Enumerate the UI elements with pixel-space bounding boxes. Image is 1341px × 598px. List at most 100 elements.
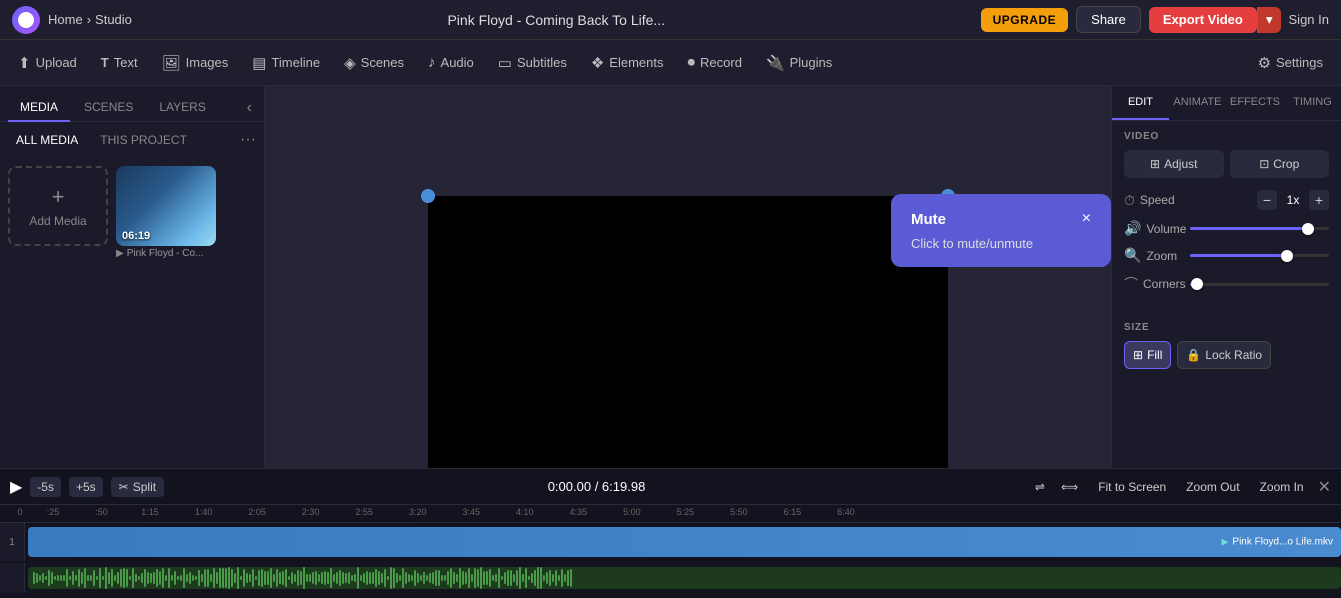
waveform-bar (183, 568, 185, 588)
waveform-bar (234, 573, 236, 583)
ruler-mark: :50 (77, 505, 126, 522)
waveform-bar (423, 572, 425, 583)
waveform-bar (318, 574, 320, 582)
list-item[interactable]: 06:19 ▶ Pink Floyd - Co... (116, 166, 216, 259)
waveform-bar (285, 569, 287, 586)
panel-tab-effects[interactable]: EFFECTS (1226, 86, 1284, 120)
toolbar-label-record: Record (700, 55, 742, 70)
waveform-area (28, 567, 1341, 589)
add-media-button[interactable]: + Add Media (8, 166, 108, 246)
playhead-align-button[interactable]: ⟺ (1055, 477, 1084, 497)
waveform-bar (504, 572, 506, 583)
toolbar-label-upload: Upload (36, 55, 77, 70)
signin-button[interactable]: Sign In (1289, 12, 1329, 27)
waveform-bar (453, 572, 455, 584)
export-dropdown-button[interactable]: ▾ (1257, 7, 1281, 33)
upgrade-button[interactable]: UPGRADE (981, 8, 1069, 32)
toolbar-item-audio[interactable]: ♪ Audio (418, 49, 484, 76)
toolbar-item-record[interactable]: ⏺ Record (678, 49, 752, 76)
track-clip[interactable]: ▶ Pink Floyd...o Life.mkv (28, 527, 1341, 557)
split-label: Split (133, 480, 156, 494)
timeline-close-button[interactable]: ✕ (1318, 477, 1331, 497)
toolbar-item-timeline[interactable]: ▤ Timeline (242, 49, 330, 77)
zoom-fill (1190, 254, 1287, 257)
fill-button[interactable]: ⊞ Fill (1124, 341, 1171, 369)
waveform-bar (171, 575, 173, 582)
volume-thumb[interactable] (1302, 223, 1314, 235)
panel-tab-edit[interactable]: EDIT (1112, 86, 1169, 120)
playhead-snap-button[interactable]: ⇌ (1029, 477, 1051, 497)
toolbar-item-images[interactable]: 🖼 Images (152, 49, 239, 77)
toolbar-item-elements[interactable]: ❖ Elements (581, 49, 674, 77)
zoom-label: 🔍 Zoom (1124, 247, 1182, 264)
toolbar-item-text[interactable]: T Text (91, 50, 148, 75)
corners-slider[interactable] (1190, 283, 1329, 286)
lock-ratio-button[interactable]: 🔒 Lock Ratio (1177, 341, 1271, 369)
adjust-button[interactable]: ⊞ Adjust (1124, 150, 1224, 178)
skip-forward-button[interactable]: +5s (69, 477, 103, 497)
timeline-icon: ▤ (252, 54, 266, 72)
sidebar-collapse-button[interactable]: ‹ (243, 95, 256, 121)
panel-tab-animate[interactable]: ANIMATE (1169, 86, 1226, 120)
volume-icon: 🔊 (1124, 220, 1141, 237)
mute-close-button[interactable]: × (1082, 210, 1091, 228)
waveform-bar (282, 571, 284, 584)
filter-this-project[interactable]: THIS PROJECT (92, 130, 195, 150)
waveform-bar (72, 571, 74, 584)
waveform-bar (39, 575, 41, 581)
speed-increase-button[interactable]: + (1309, 190, 1329, 210)
canvas-wrapper: ⊕ (428, 196, 948, 489)
waveform-bar (357, 567, 359, 589)
zoom-slider[interactable] (1190, 254, 1329, 257)
corners-thumb[interactable] (1191, 278, 1203, 290)
split-button[interactable]: ✂ Split (111, 477, 164, 497)
zoom-in-button[interactable]: Zoom In (1254, 477, 1310, 497)
volume-slider[interactable] (1190, 227, 1329, 230)
handle-top-left[interactable] (421, 189, 435, 203)
waveform-bar (36, 573, 38, 584)
media-thumbnail[interactable]: 06:19 (116, 166, 216, 246)
waveform-bar (534, 570, 536, 585)
crop-button[interactable]: ⊡ Crop (1230, 150, 1330, 178)
toolbar-item-settings[interactable]: ⚙ Settings (1248, 49, 1333, 77)
panel-tab-timing[interactable]: TIMING (1284, 86, 1341, 120)
filter-all-media[interactable]: ALL MEDIA (8, 130, 86, 150)
waveform-bar (405, 572, 407, 584)
speed-label: ⏱ Speed (1124, 192, 1182, 209)
mute-tooltip-title: Mute × (911, 210, 1091, 228)
sidebar-tab-scenes[interactable]: SCENES (72, 94, 145, 122)
toolbar-item-plugins[interactable]: 🔌 Plugins (756, 49, 842, 77)
waveform-bar (447, 571, 449, 585)
fit-to-screen-button[interactable]: Fit to Screen (1092, 477, 1172, 497)
zoom-out-button[interactable]: Zoom Out (1180, 477, 1245, 497)
play-button[interactable]: ▶ (10, 477, 22, 497)
toolbar-item-subtitles[interactable]: ▭ Subtitles (488, 49, 577, 77)
waveform-bar (132, 568, 134, 588)
video-canvas[interactable] (428, 196, 948, 489)
waveform-bar (561, 569, 563, 587)
time-total: 6:19.98 (602, 479, 645, 494)
breadcrumb-home[interactable]: Home (48, 12, 83, 27)
waveform-bar (33, 572, 35, 585)
waveform-bar (255, 576, 257, 581)
skip-back-button[interactable]: -5s (30, 477, 61, 497)
waveform-bar (138, 576, 140, 581)
waveform-bar (150, 573, 152, 584)
toolbar-item-upload[interactable]: ⬆ Upload (8, 49, 87, 77)
waveform-bar (303, 567, 305, 588)
speed-decrease-button[interactable]: − (1257, 190, 1277, 210)
waveform-track (0, 563, 1341, 593)
record-icon: ⏺ (688, 54, 696, 71)
sidebar-tab-layers[interactable]: LAYERS (147, 94, 217, 122)
toolbar-item-scenes[interactable]: ◈ Scenes (334, 49, 414, 77)
export-button[interactable]: Export Video (1149, 7, 1257, 33)
zoom-thumb[interactable] (1281, 250, 1293, 262)
waveform-bar (537, 567, 539, 589)
waveform-bar (108, 572, 110, 584)
track-content[interactable]: ▶ Pink Floyd...o Life.mkv (28, 527, 1341, 557)
waveform-bar (435, 570, 437, 587)
sidebar-tab-media[interactable]: MEDIA (8, 94, 70, 122)
filter-more-button[interactable]: ··· (240, 131, 256, 149)
waveform-bar (264, 571, 266, 586)
share-button[interactable]: Share (1076, 6, 1141, 33)
